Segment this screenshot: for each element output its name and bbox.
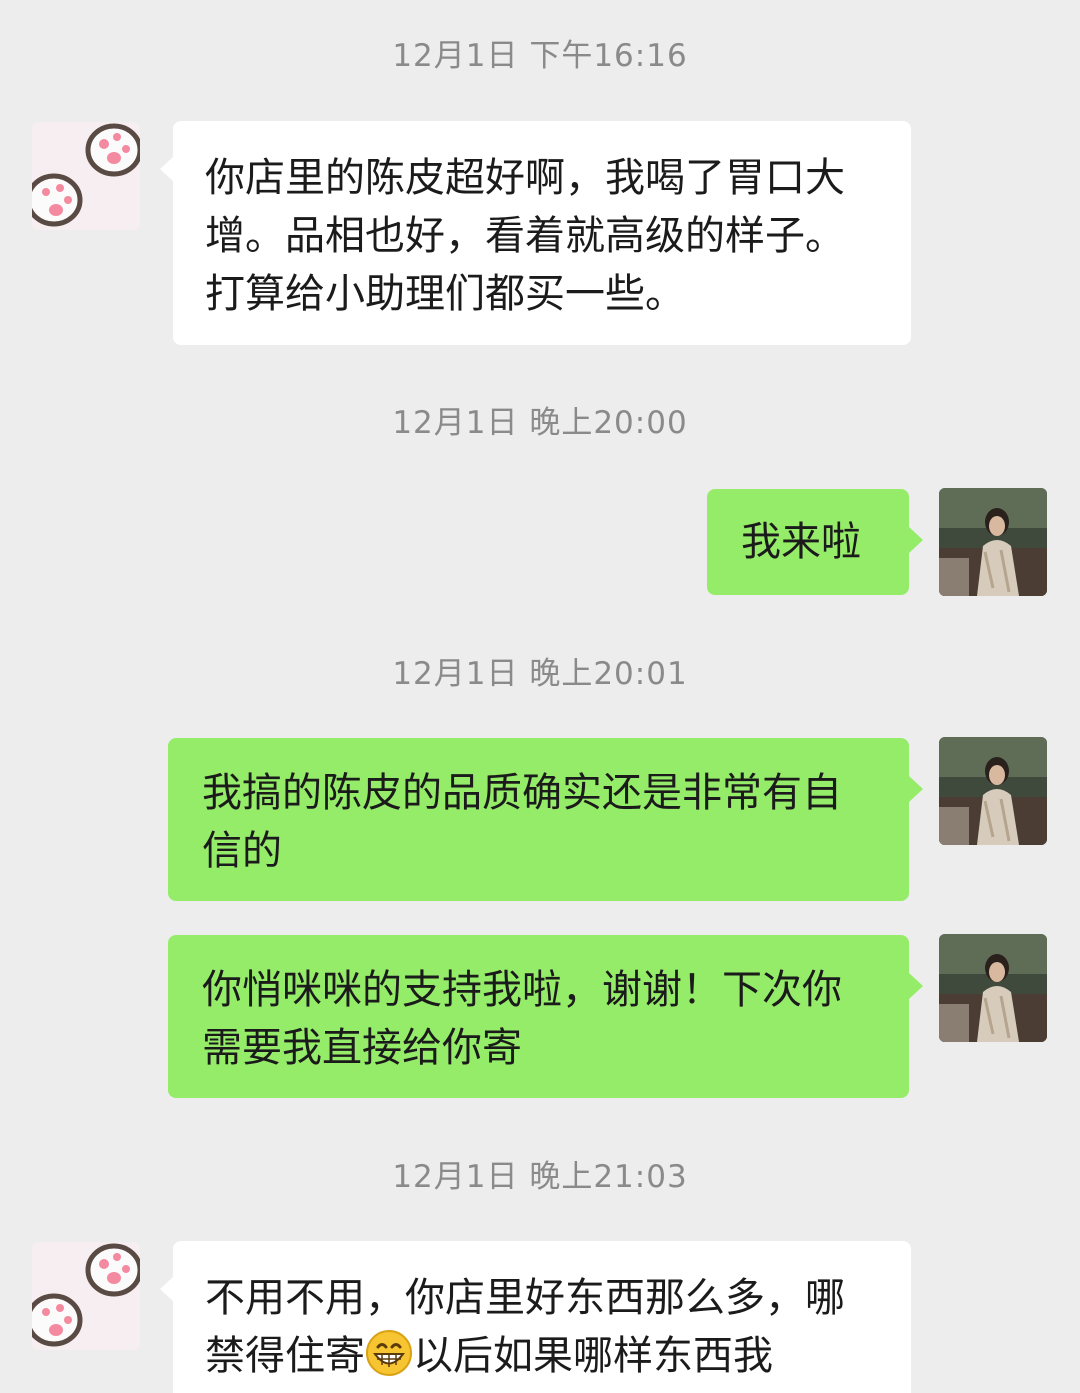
timestamp: 12月1日 下午16:16: [392, 38, 688, 74]
contact-avatar[interactable]: [32, 1242, 140, 1350]
bubble-tail: [909, 973, 923, 999]
bubble-tail: [909, 776, 923, 802]
outgoing-message-bubble[interactable]: 我来啦: [707, 489, 909, 595]
contact-avatar[interactable]: [32, 122, 140, 230]
outgoing-message-bubble[interactable]: 我搞的陈皮的品质确实还是非常有自信的: [168, 738, 909, 901]
message-text: 你店里的陈皮超好啊，我喝了胃口大增。品相也好，看着就高级的样子。打算给小助理们都…: [205, 155, 845, 317]
message-text: 我来啦: [741, 519, 861, 565]
photo-avatar-icon: [939, 737, 1047, 845]
bubble-tail: [160, 1276, 174, 1302]
outgoing-message-bubble[interactable]: 你悄咪咪的支持我啦，谢谢！下次你需要我直接给你寄: [168, 935, 909, 1098]
photo-avatar-icon: [939, 934, 1047, 1042]
bubble-tail: [160, 156, 174, 182]
timestamp: 12月1日 晚上21:03: [392, 1159, 688, 1195]
self-avatar[interactable]: [939, 488, 1047, 596]
self-avatar[interactable]: [939, 737, 1047, 845]
paw-print-icon: [32, 1242, 140, 1350]
timestamp: 12月1日 晚上20:01: [392, 656, 688, 692]
grinning-face-emoji-icon: [366, 1330, 412, 1376]
self-avatar[interactable]: [939, 934, 1047, 1042]
photo-avatar-icon: [939, 488, 1047, 596]
timestamp: 12月1日 晚上20:00: [392, 405, 688, 441]
bubble-tail: [909, 527, 923, 553]
message-text-continued: 以后如果哪样东西我: [413, 1333, 773, 1379]
message-text: 我搞的陈皮的品质确实还是非常有自信的: [202, 770, 842, 874]
paw-print-icon: [32, 122, 140, 230]
incoming-message-bubble[interactable]: 不用不用，你店里好东西那么多，哪禁得住寄 以后如果哪样东西我: [173, 1241, 911, 1393]
incoming-message-bubble[interactable]: 你店里的陈皮超好啊，我喝了胃口大增。品相也好，看着就高级的样子。打算给小助理们都…: [173, 121, 911, 345]
message-text: 你悄咪咪的支持我啦，谢谢！下次你需要我直接给你寄: [202, 967, 842, 1071]
